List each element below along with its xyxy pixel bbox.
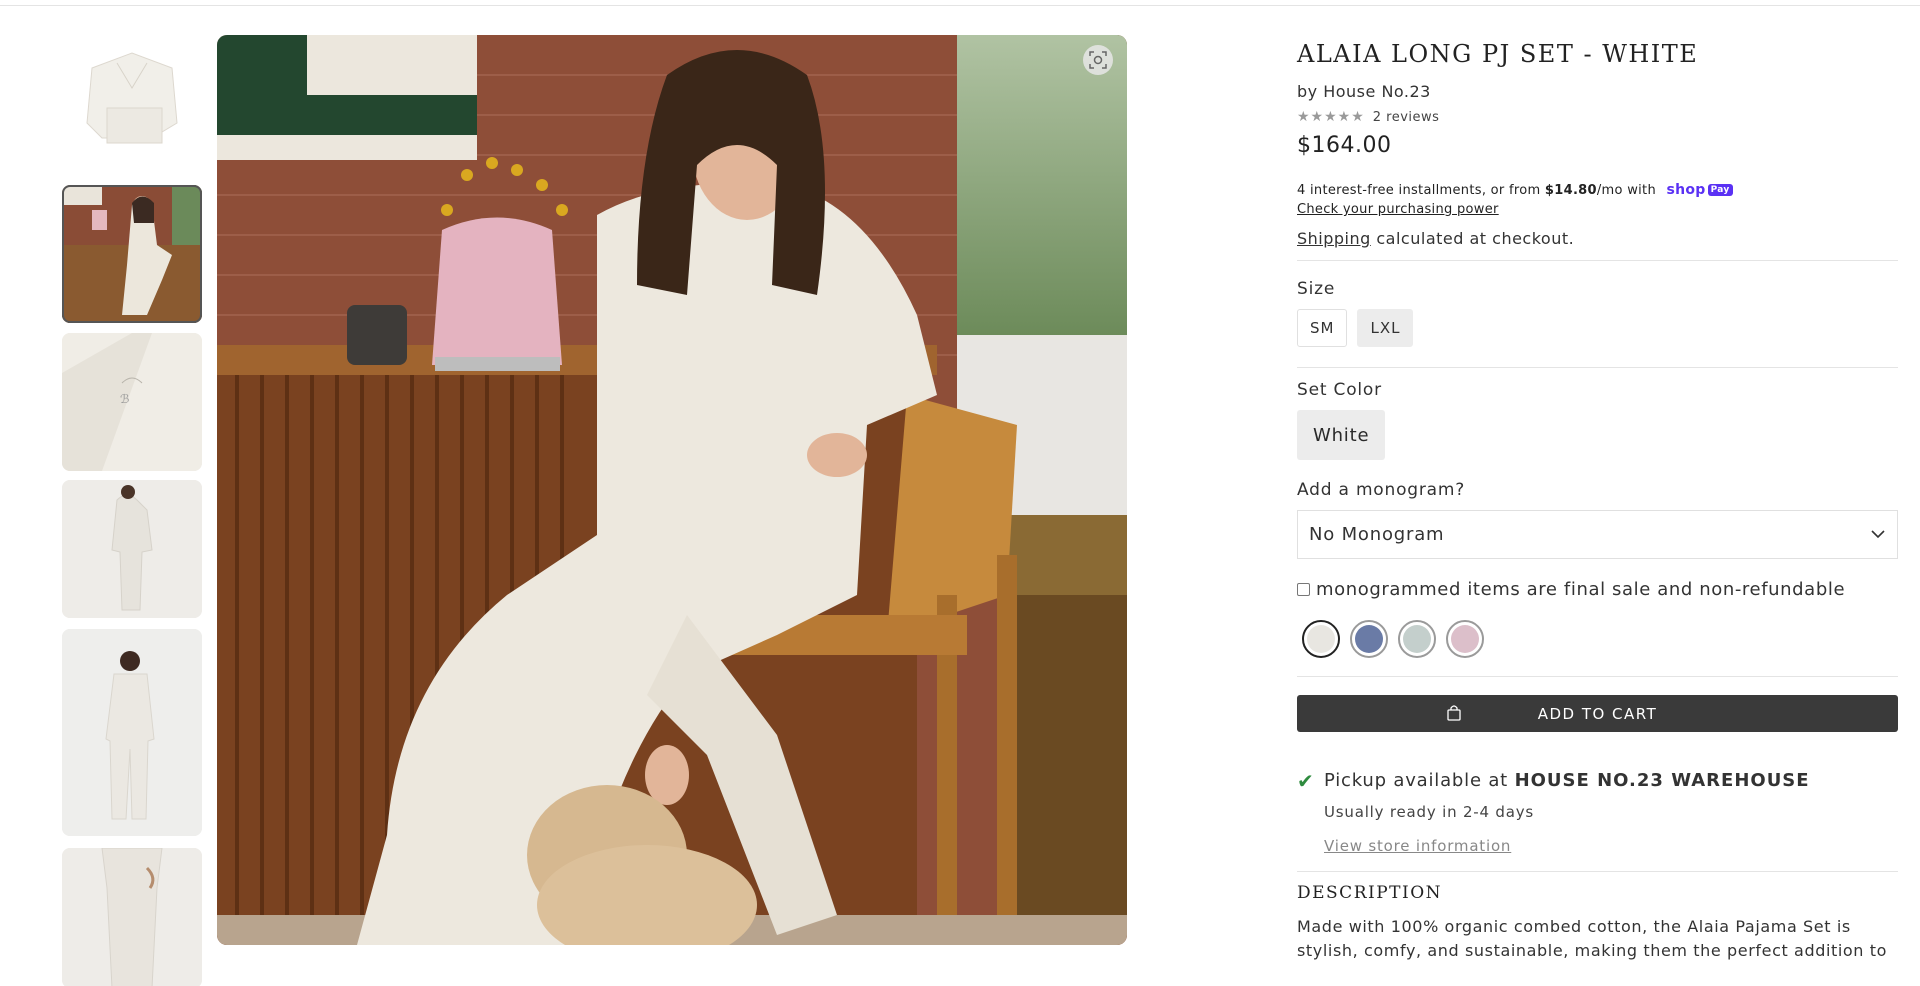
pickup-availability: ✔ Pickup available at HOUSE NO.23 WAREHO… <box>1297 770 1898 792</box>
monogram-color-swatches <box>1302 620 1898 658</box>
check-purchasing-power-link[interactable]: Check your purchasing power <box>1297 202 1499 217</box>
thumbnail-5[interactable] <box>62 629 202 836</box>
description-text: Made with 100% organic combed cotton, th… <box>1297 917 1887 960</box>
thumbnail-2[interactable] <box>62 185 202 323</box>
size-label: Size <box>1297 279 1336 299</box>
thumbnail-4[interactable] <box>62 480 202 618</box>
set-color-option-white[interactable]: White <box>1297 410 1386 460</box>
reviews-count[interactable]: 2 reviews <box>1373 110 1440 125</box>
divider <box>1297 260 1898 261</box>
rating-stars-icon: ★★★★★ <box>1297 109 1365 125</box>
checkmark-icon: ✔ <box>1297 769 1314 793</box>
size-options: SM LXL <box>1297 309 1898 347</box>
installments-text: 4 interest-free installments, or from $1… <box>1297 182 1898 198</box>
shopping-bag-icon <box>1447 705 1461 721</box>
thumbnail-1[interactable] <box>62 38 202 158</box>
zoom-button[interactable] <box>1083 45 1113 75</box>
thumbnail-6[interactable] <box>62 848 202 986</box>
size-option-sm[interactable]: SM <box>1297 309 1348 347</box>
product-price: $164.00 <box>1297 133 1392 158</box>
swatch-pink[interactable] <box>1446 620 1484 658</box>
pickup-location: HOUSE NO.23 WAREHOUSE <box>1514 770 1810 791</box>
main-product-image[interactable] <box>217 35 1127 945</box>
final-sale-checkbox[interactable] <box>1297 583 1310 596</box>
divider <box>1297 367 1898 368</box>
add-to-cart-label: ADD TO CART <box>1537 704 1658 723</box>
shoppay-logo: shop Pay <box>1666 182 1733 198</box>
shipping-note: Shipping calculated at checkout. <box>1297 229 1575 248</box>
pickup-ready-time: Usually ready in 2-4 days <box>1324 803 1535 821</box>
top-divider <box>0 5 1920 6</box>
svg-text:ℬ: ℬ <box>120 392 129 406</box>
size-option-lxl[interactable]: LXL <box>1357 309 1414 347</box>
swatch-blue[interactable] <box>1350 620 1388 658</box>
add-to-cart-button[interactable]: ADD TO CART <box>1297 695 1898 732</box>
final-sale-row: monogrammed items are final sale and non… <box>1297 579 1898 600</box>
product-title: ALAIA LONG PJ SET - WHITE <box>1297 40 1699 68</box>
product-info: ALAIA LONG PJ SET - WHITE by House No.23… <box>1297 40 1898 963</box>
product-rating[interactable]: ★★★★★ 2 reviews <box>1297 109 1898 125</box>
monogram-selected-value: No Monogram <box>1309 524 1445 545</box>
divider <box>1297 871 1898 872</box>
final-sale-text: monogrammed items are final sale and non… <box>1316 579 1846 600</box>
description-title: DESCRIPTION <box>1297 883 1443 903</box>
monogram-select[interactable]: No Monogram <box>1297 510 1898 559</box>
thumbnail-3[interactable]: ℬ <box>62 333 202 471</box>
divider <box>1297 676 1898 677</box>
pickup-text: Pickup available at HOUSE NO.23 WAREHOUS… <box>1324 770 1810 791</box>
view-store-info-link[interactable]: View store information <box>1324 837 1511 855</box>
zoom-icon <box>1089 51 1107 69</box>
monogram-label: Add a monogram? <box>1297 480 1466 500</box>
product-vendor: by House No.23 <box>1297 82 1431 101</box>
swatch-white[interactable] <box>1302 620 1340 658</box>
installment-amount: $14.80 <box>1544 183 1597 198</box>
set-color-label: Set Color <box>1297 380 1382 400</box>
chevron-down-icon <box>1871 530 1885 539</box>
shipping-link[interactable]: Shipping <box>1297 229 1371 248</box>
swatch-gray[interactable] <box>1398 620 1436 658</box>
